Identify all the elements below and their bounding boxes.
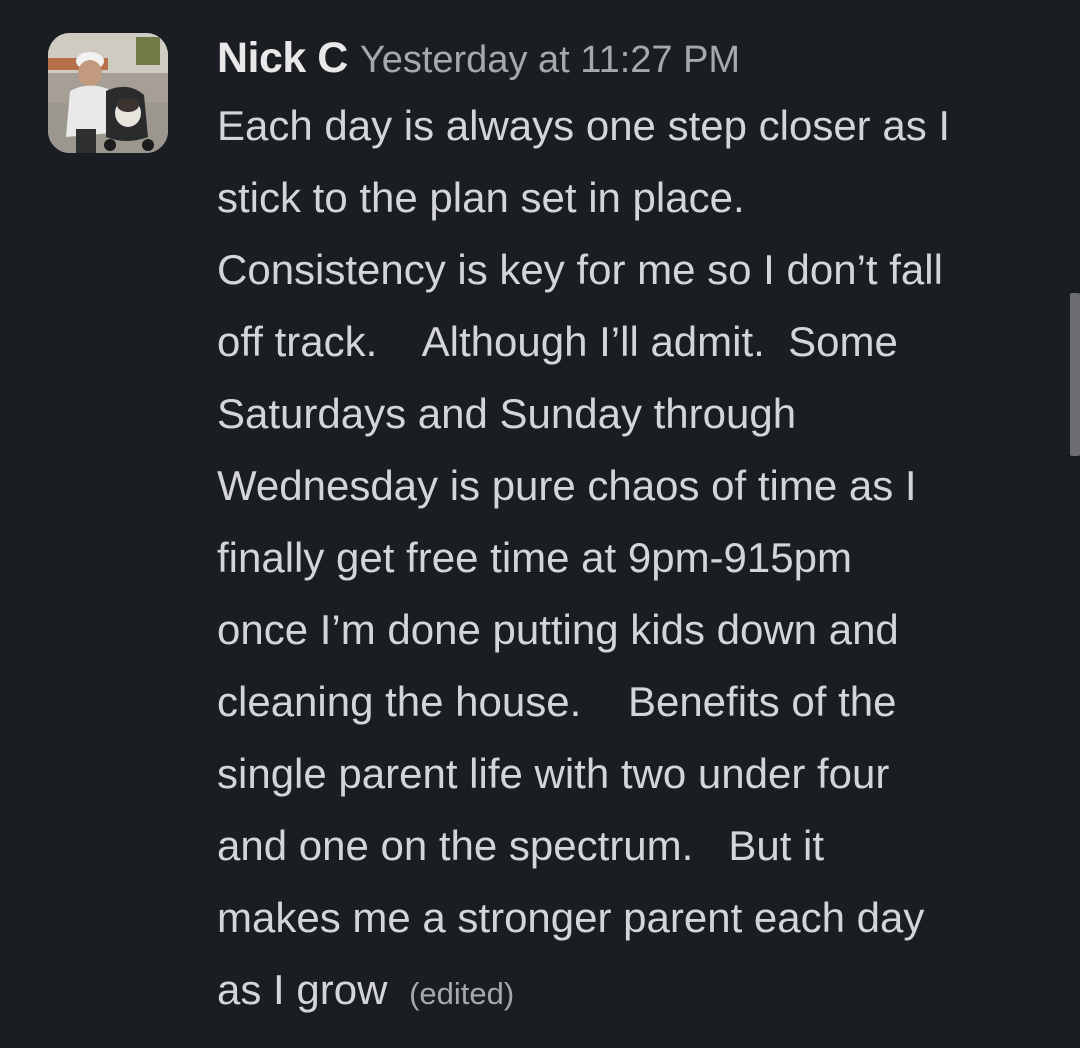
message-line: cleaning the house. Benefits of the — [217, 678, 897, 725]
message-line-text: as I grow — [217, 966, 400, 1013]
message-line: Consistency is key for me so I don’t fal… — [217, 246, 943, 293]
message-line: finally get free time at 9pm-915pm — [217, 534, 852, 581]
avatar[interactable] — [48, 33, 168, 153]
message-line: makes me a stronger parent each day — [217, 894, 925, 941]
message-line: stick to the plan set in place. — [217, 174, 745, 221]
message-last-line: as I grow (edited) — [217, 954, 1047, 1026]
message-line: single parent life with two under four — [217, 750, 890, 797]
avatar-photo — [48, 33, 168, 153]
message-line: off track. Although I’ll admit. Some — [217, 318, 898, 365]
message-header: Nick C Yesterday at 11:27 PM — [217, 34, 740, 84]
chat-message: Nick C Yesterday at 11:27 PM Each day is … — [0, 0, 1080, 1048]
message-line: Wednesday is pure chaos of time as I — [217, 462, 917, 509]
message-body: Each day is always one step closer as I … — [217, 90, 1047, 1026]
message-line: and one on the spectrum. But it — [217, 822, 825, 869]
message-timestamp[interactable]: Yesterday at 11:27 PM — [360, 39, 740, 81]
scrollbar-thumb[interactable] — [1070, 293, 1080, 456]
message-line: once I’m done putting kids down and — [217, 606, 899, 653]
message-line: Saturdays and Sunday through — [217, 390, 797, 437]
edited-label: (edited) — [409, 976, 515, 1011]
author-name[interactable]: Nick C — [217, 34, 348, 82]
message-line: Each day is always one step closer as I — [217, 102, 951, 149]
